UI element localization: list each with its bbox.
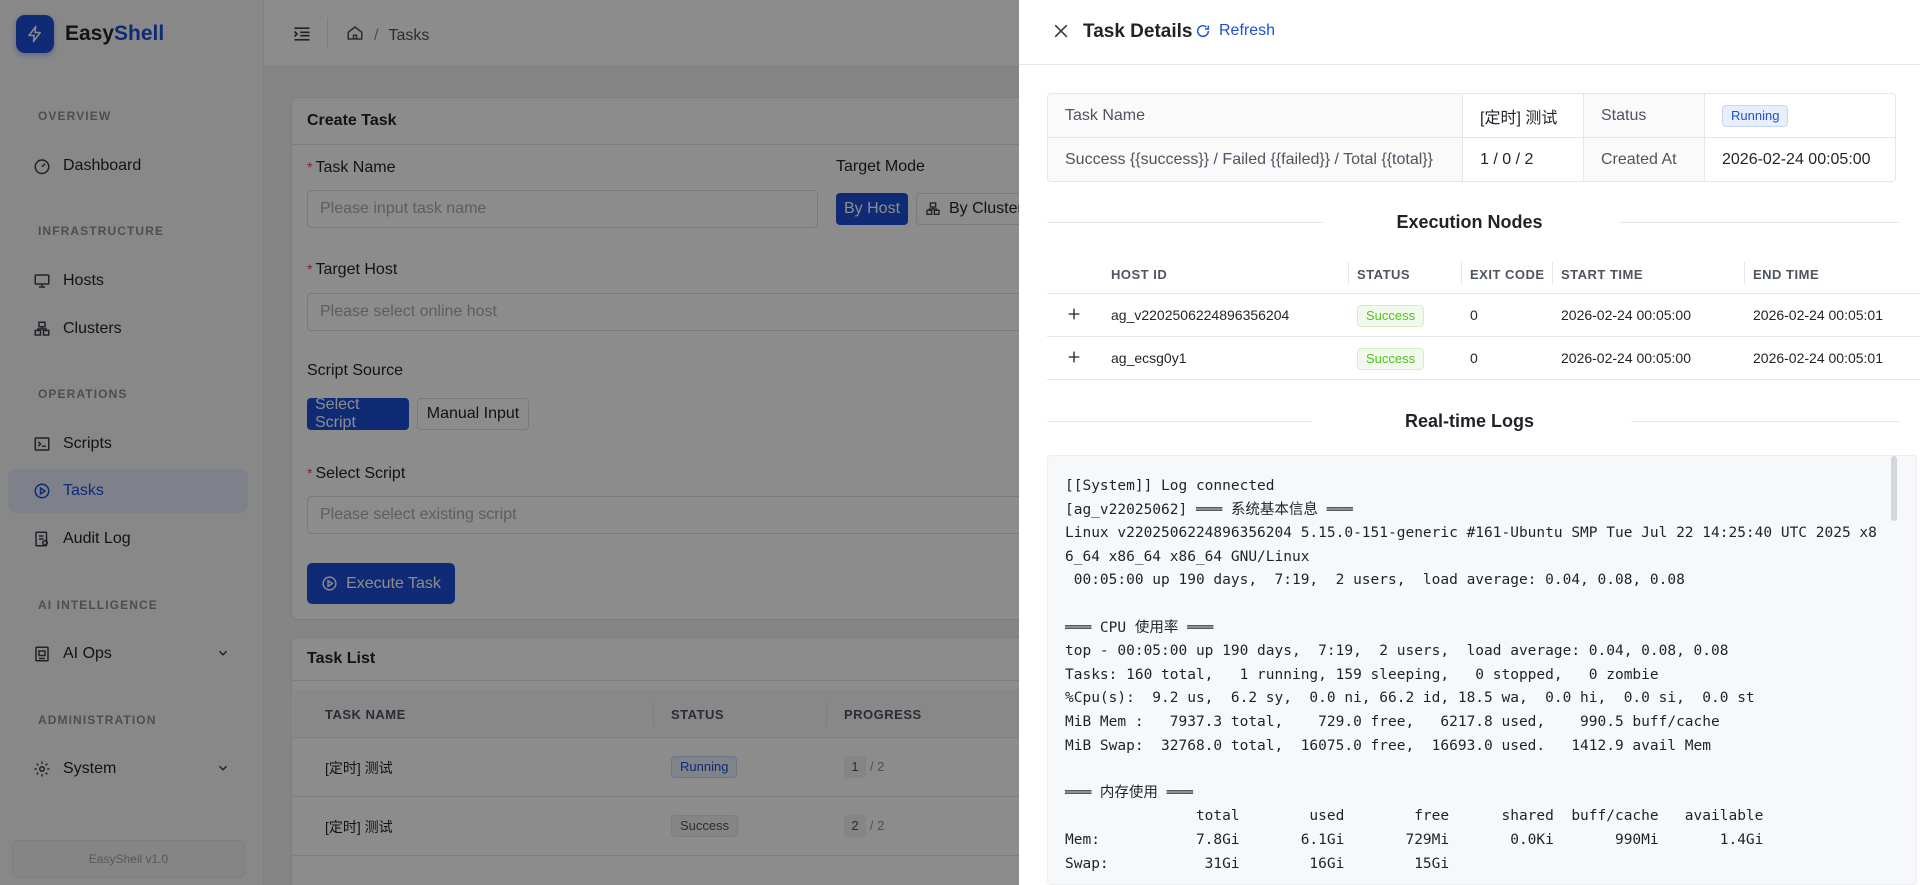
section-divider [1631, 421, 1899, 422]
log-line: MiB Swap: 32768.0 total, 16075.0 free, 1… [1065, 737, 1712, 754]
column-header-exit-code: EXIT CODE [1470, 267, 1545, 282]
log-line: Linux v2202506224896356204 5.15.0-151-ge… [1065, 525, 1877, 542]
log-viewer[interactable]: [[System]] Log connected [ag_v22025062] ═… [1047, 455, 1917, 885]
status-badge: Success [1357, 348, 1425, 370]
end-time-cell: 2026-02-24 00:05:01 [1753, 307, 1883, 323]
table-row[interactable]: ag_ecsg0y1 Success 0 2026-02-24 00:05:00… [1047, 337, 1920, 380]
section-divider [1619, 222, 1899, 223]
log-scrollbar[interactable] [1891, 456, 1897, 521]
task-details-drawer: Task Details Refresh Task Name [定时] 测试 S… [1019, 0, 1920, 885]
task-details-table: Task Name [定时] 测试 Status Running Success… [1047, 93, 1896, 182]
host-id-cell: ag_v2202506224896356204 [1111, 307, 1290, 323]
log-line: top - 00:05:00 up 190 days, 7:19, 2 user… [1065, 643, 1729, 660]
column-header-start-time: START TIME [1561, 267, 1644, 282]
column-header-host-id: HOST ID [1111, 267, 1168, 282]
start-time-cell: 2026-02-24 00:05:00 [1561, 350, 1691, 366]
log-line: ═══ CPU 使用率 ═══ [1065, 619, 1214, 636]
drawer-title: Task Details [1083, 21, 1193, 42]
log-line: [ag_v22025062] ═══ 系统基本信息 ═══ [1065, 501, 1353, 518]
modal-overlay[interactable] [0, 0, 1019, 885]
log-line: Tasks: 160 total, 1 running, 159 sleepin… [1065, 666, 1659, 683]
log-line: 00:05:00 up 190 days, 7:19, 2 users, loa… [1065, 572, 1685, 589]
log-line: 6_64 x86_64 x86_64 GNU/Linux [1065, 548, 1310, 565]
exit-code-cell: 0 [1470, 350, 1478, 366]
table-row[interactable]: ag_v2202506224896356204 Success 0 2026-0… [1047, 294, 1920, 337]
log-line: MiB Mem : 7937.3 total, 729.0 free, 6217… [1065, 713, 1720, 730]
log-line: Swap: 31Gi 16Gi 15Gi [1065, 855, 1450, 872]
summary-value: 1 / 0 / 2 [1463, 138, 1584, 181]
task-name-label: Task Name [1048, 94, 1463, 138]
expand-icon[interactable] [1066, 349, 1082, 368]
created-at-label: Created At [1584, 138, 1705, 181]
status-badge: Running [1722, 104, 1789, 127]
status-value-cell: Running [1705, 94, 1895, 138]
task-name-value: [定时] 测试 [1463, 94, 1584, 138]
column-header-end-time: END TIME [1753, 267, 1820, 282]
exit-code-cell: 0 [1470, 307, 1478, 323]
log-line: Mem: 7.8Gi 6.1Gi 729Mi 0.0Ki 990Mi 1.4Gi [1065, 831, 1764, 848]
nodes-header: HOST ID STATUS EXIT CODE START TIME END … [1047, 252, 1920, 294]
end-time-cell: 2026-02-24 00:05:01 [1753, 350, 1883, 366]
refresh-button[interactable]: Refresh [1195, 22, 1275, 40]
host-id-cell: ag_ecsg0y1 [1111, 350, 1187, 366]
summary-label: Success {{success}} / Failed {{failed}} … [1048, 138, 1463, 181]
log-output: [[System]] Log connected [ag_v22025062] ═… [1065, 475, 1877, 876]
log-line: [[System]] Log connected [1065, 478, 1275, 494]
log-line: %Cpu(s): 9.2 us, 6.2 sy, 0.0 ni, 66.2 id… [1065, 690, 1755, 707]
drawer-header: Task Details Refresh [1019, 0, 1920, 65]
created-at-value: 2026-02-24 00:05:00 [1722, 151, 1871, 168]
status-badge: Success [1357, 305, 1425, 327]
log-line: total used free shared buff/cache availa… [1065, 808, 1764, 825]
close-icon[interactable] [1051, 21, 1071, 46]
column-header-status: STATUS [1357, 267, 1411, 282]
status-label: Status [1584, 94, 1705, 138]
start-time-cell: 2026-02-24 00:05:00 [1561, 307, 1691, 323]
log-line: ═══ 内存使用 ═══ [1065, 784, 1193, 801]
refresh-icon [1196, 24, 1210, 38]
expand-icon[interactable] [1066, 306, 1082, 325]
